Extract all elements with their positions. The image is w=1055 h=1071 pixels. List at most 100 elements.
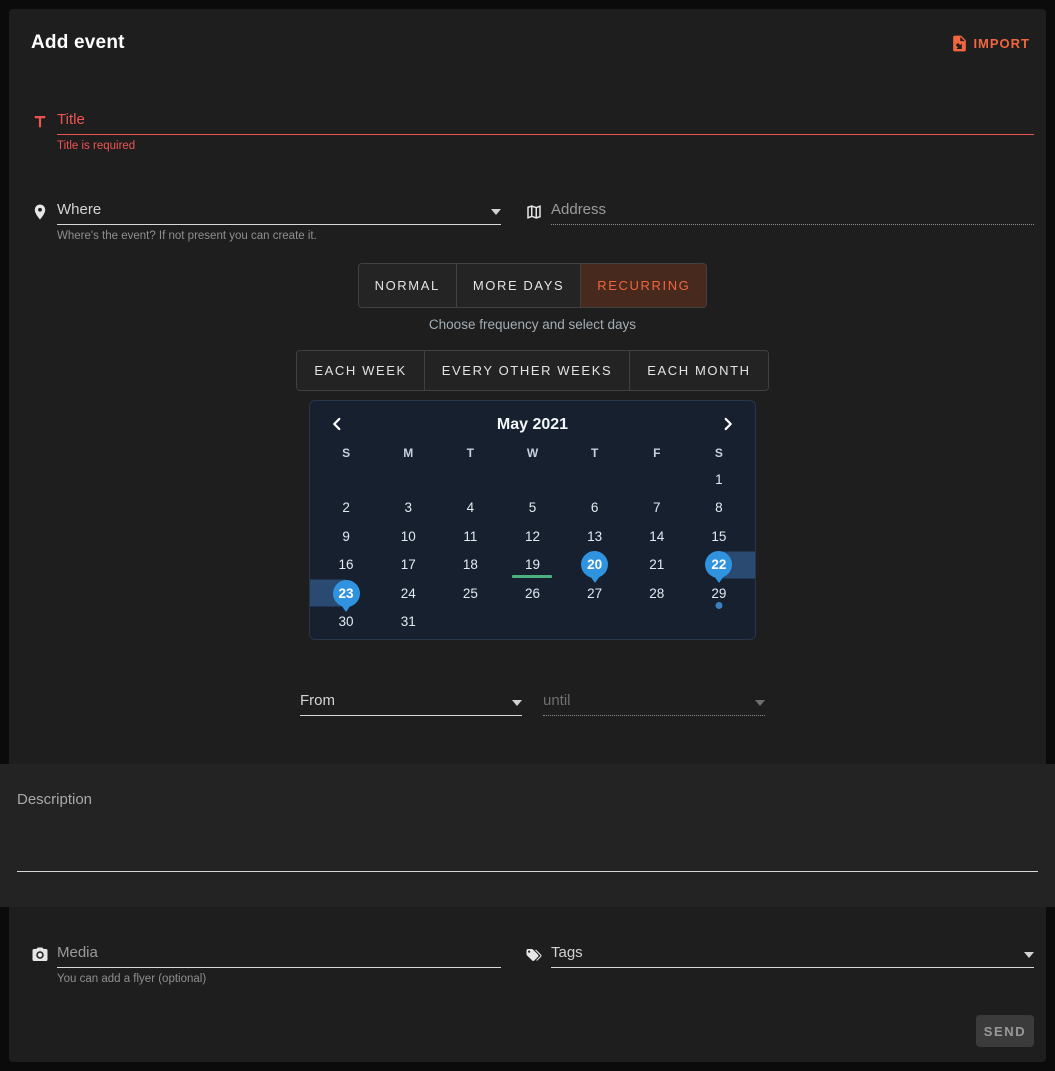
calendar-day[interactable]: 11 <box>439 522 501 551</box>
calendar-day-empty <box>315 465 377 494</box>
where-select[interactable]: Where <box>57 197 501 225</box>
calendar-day-number: 20 <box>581 551 608 578</box>
map-icon <box>525 203 543 226</box>
event-dot <box>715 602 722 609</box>
calendar-day-header: W <box>501 441 563 465</box>
calendar-day[interactable]: 17 <box>377 551 439 580</box>
tab-more-days[interactable]: MORE DAYS <box>457 264 581 307</box>
today-underline <box>512 575 552 579</box>
calendar-day-number: 1 <box>715 472 723 487</box>
calendar-day-number: 29 <box>711 586 726 601</box>
address-field-row: Address <box>525 197 1034 242</box>
description-textarea[interactable]: Description <box>0 764 1055 907</box>
calendar-day[interactable]: 30 <box>315 608 377 637</box>
calendar-day-number: 10 <box>401 529 416 544</box>
calendar-day-empty <box>688 608 750 637</box>
calendar-day-number: 7 <box>653 500 661 515</box>
calendar-day[interactable]: 24 <box>377 579 439 608</box>
title-placeholder: Title <box>57 112 85 127</box>
frequency-helper-text: Choose frequency and select days <box>31 317 1034 334</box>
calendar-day[interactable]: 26 <box>501 579 563 608</box>
chevron-down-icon <box>1024 952 1034 958</box>
tab-each-week[interactable]: EACH WEEK <box>297 351 424 390</box>
calendar-day[interactable]: 5 <box>501 494 563 523</box>
tags-placeholder: Tags <box>551 945 583 960</box>
address-placeholder: Address <box>551 202 606 217</box>
tab-each-month[interactable]: EACH MONTH <box>630 351 767 390</box>
calendar-day-header: F <box>626 441 688 465</box>
calendar-day[interactable]: 19 <box>501 551 563 580</box>
calendar-day[interactable]: 21 <box>626 551 688 580</box>
format-title-icon <box>31 113 49 136</box>
calendar-day[interactable]: 6 <box>564 494 626 523</box>
calendar-day[interactable]: 12 <box>501 522 563 551</box>
calendar-day-number: 8 <box>715 500 723 515</box>
calendar-day-number: 9 <box>342 529 350 544</box>
calendar-day[interactable]: 31 <box>377 608 439 637</box>
calendar-day-number: 4 <box>467 500 475 515</box>
title-input[interactable]: Title <box>57 107 1034 135</box>
chevron-down-icon <box>491 209 501 215</box>
calendar-day[interactable]: 2 <box>315 494 377 523</box>
calendar-day[interactable]: 13 <box>564 522 626 551</box>
calendar-day[interactable]: 15 <box>688 522 750 551</box>
calendar-day[interactable]: 14 <box>626 522 688 551</box>
media-input[interactable]: Media <box>57 940 501 968</box>
chevron-down-icon <box>755 700 765 706</box>
send-button[interactable]: SEND <box>976 1015 1034 1047</box>
calendar-day[interactable]: 27 <box>564 579 626 608</box>
from-time-select[interactable]: From <box>300 688 522 716</box>
calendar-day[interactable]: 10 <box>377 522 439 551</box>
calendar-day-empty <box>501 465 563 494</box>
add-event-dialog: Add event IMPORT Title Title is required <box>9 9 1046 1062</box>
import-button[interactable]: IMPORT <box>950 34 1030 53</box>
chevron-down-icon <box>512 700 522 706</box>
calendar-month-title: May 2021 <box>349 416 716 434</box>
tags-field-row: Tags <box>525 940 1034 985</box>
calendar-day[interactable]: 4 <box>439 494 501 523</box>
calendar-day[interactable]: 18 <box>439 551 501 580</box>
calendar-day[interactable]: 28 <box>626 579 688 608</box>
tab-recurring[interactable]: RECURRING <box>581 264 706 307</box>
from-placeholder: From <box>300 693 335 708</box>
tab-normal[interactable]: NORMAL <box>359 264 457 307</box>
file-import-icon <box>950 34 969 53</box>
calendar-day[interactable]: 3 <box>377 494 439 523</box>
where-placeholder: Where <box>57 202 101 217</box>
calendar-day[interactable]: 9 <box>315 522 377 551</box>
calendar-day-number: 23 <box>333 580 360 607</box>
address-input[interactable]: Address <box>551 197 1034 225</box>
calendar-day-number: 25 <box>463 586 478 601</box>
calendar-day-empty <box>626 465 688 494</box>
media-field-row: Media You can add a flyer (optional) <box>31 940 501 985</box>
calendar-day[interactable]: 23 <box>315 579 377 608</box>
calendar-day-headers: SMTWTFS <box>315 441 750 465</box>
tags-select[interactable]: Tags <box>551 940 1034 968</box>
calendar-day[interactable]: 22 <box>688 551 750 580</box>
frequency-tabs: EACH WEEK EVERY OTHER WEEKS EACH MONTH <box>296 350 768 391</box>
calendar-day[interactable]: 1 <box>688 465 750 494</box>
calendar-day[interactable]: 7 <box>626 494 688 523</box>
calendar-day-number: 5 <box>529 500 537 515</box>
calendar-day-header: T <box>564 441 626 465</box>
calendar-day-number: 18 <box>463 557 478 572</box>
calendar-day[interactable]: 29 <box>688 579 750 608</box>
calendar-prev-month-button[interactable] <box>325 413 349 437</box>
calendar: May 2021 SMTWTFS 12345678910111213141516… <box>309 400 756 640</box>
calendar-day-empty <box>439 465 501 494</box>
calendar-next-month-button[interactable] <box>716 413 740 437</box>
calendar-day-header: S <box>315 441 377 465</box>
calendar-day[interactable]: 16 <box>315 551 377 580</box>
calendar-day-number: 27 <box>587 586 602 601</box>
calendar-day[interactable]: 8 <box>688 494 750 523</box>
until-time-select[interactable]: until <box>543 688 765 716</box>
calendar-day[interactable]: 25 <box>439 579 501 608</box>
chevron-left-icon <box>326 413 348 435</box>
calendar-day-empty <box>564 608 626 637</box>
calendar-day-empty <box>501 608 563 637</box>
tab-every-other-weeks[interactable]: EVERY OTHER WEEKS <box>425 351 630 390</box>
import-button-label: IMPORT <box>973 36 1030 51</box>
calendar-day[interactable]: 20 <box>564 551 626 580</box>
media-placeholder: Media <box>57 945 98 960</box>
calendar-day-number: 26 <box>525 586 540 601</box>
